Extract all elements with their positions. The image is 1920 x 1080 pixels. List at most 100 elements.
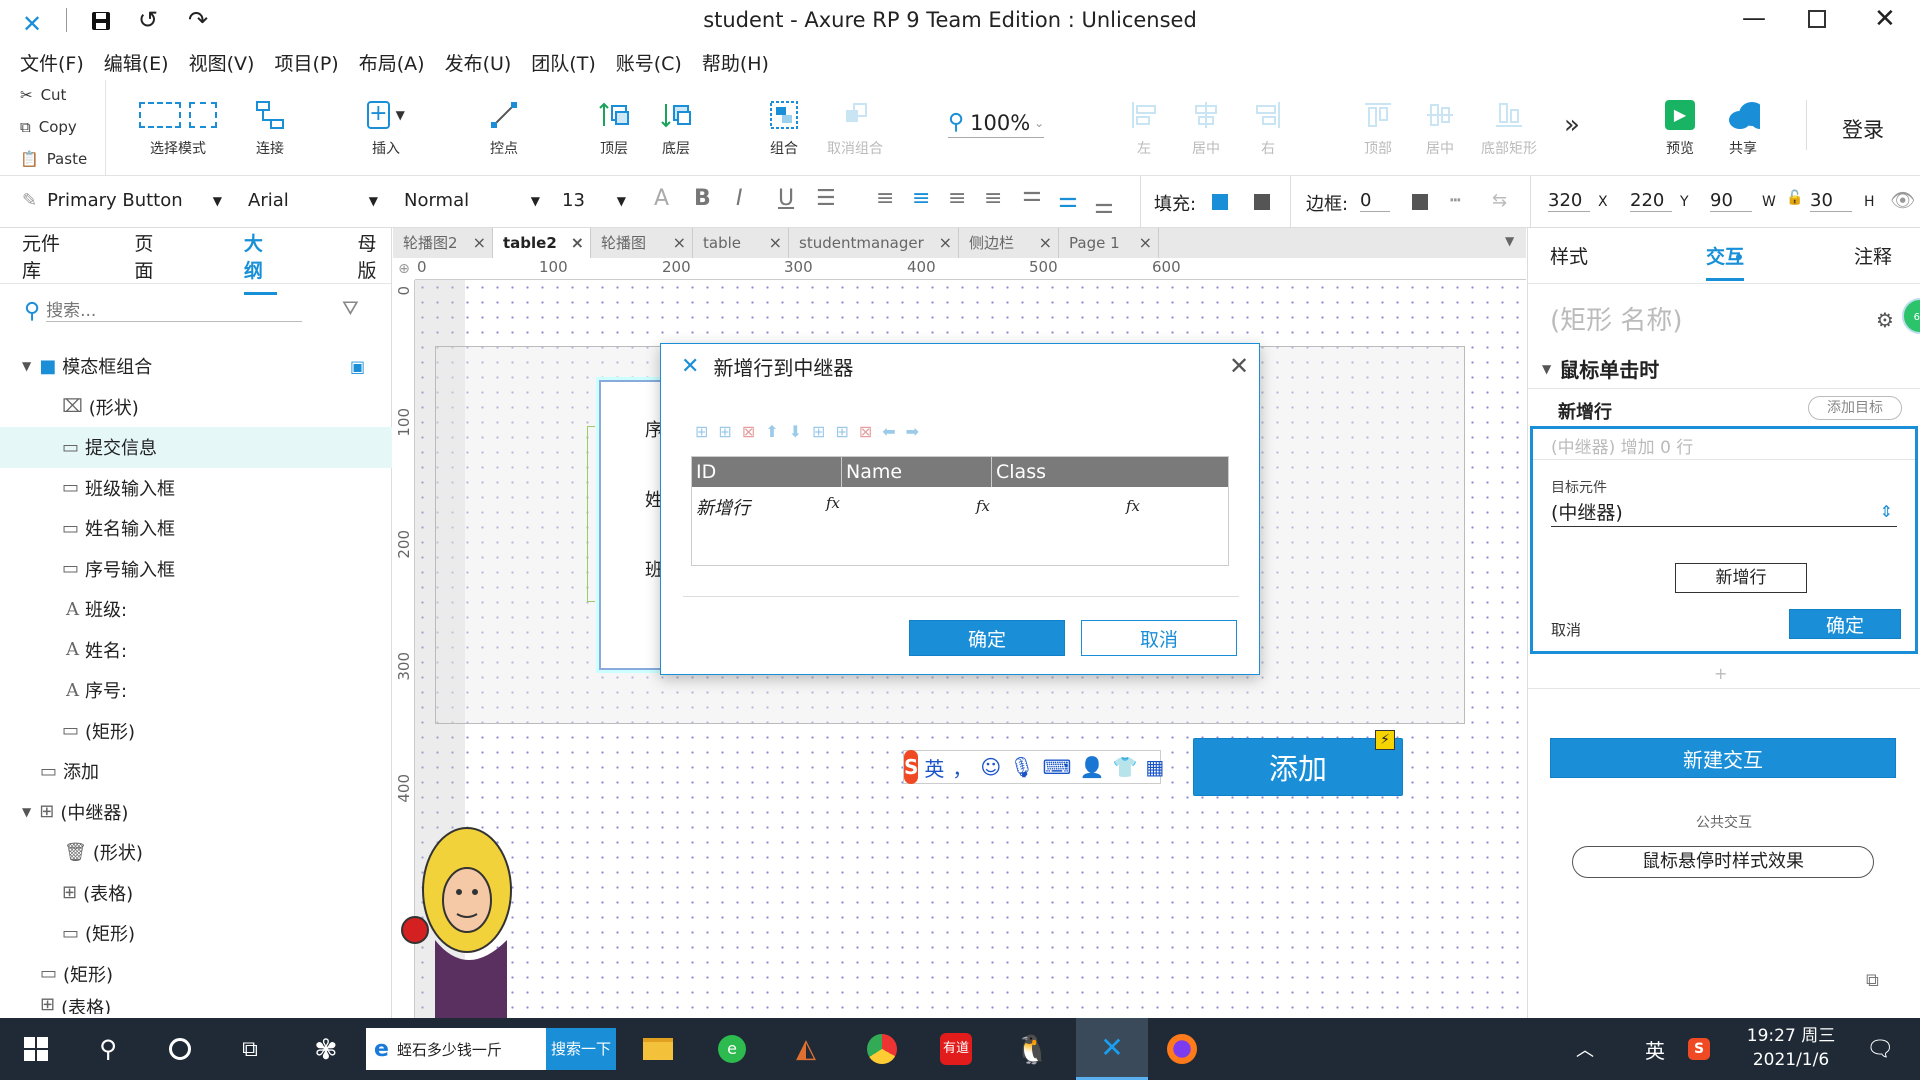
x-input[interactable]: 320: [1548, 190, 1590, 212]
tree-item[interactable]: A 班级:: [0, 589, 392, 630]
y-input[interactable]: 220: [1630, 190, 1672, 212]
menu-publish[interactable]: 发布(U): [445, 49, 512, 76]
dialog-close-icon[interactable]: ✕: [1229, 352, 1249, 380]
menu-help[interactable]: 帮助(H): [702, 49, 769, 76]
tree-item[interactable]: ▭ (矩形): [0, 711, 392, 752]
taskbar-search-button[interactable]: 搜索一下: [546, 1028, 616, 1070]
paste-button[interactable]: 📋 Paste: [20, 150, 87, 168]
tree-item[interactable]: A 序号:: [0, 670, 392, 711]
arrow-style-icon[interactable]: ⇆: [1492, 190, 1507, 211]
browser-360-icon[interactable]: e: [710, 1018, 754, 1080]
tree-item[interactable]: 🗑 (形状): [0, 832, 392, 873]
tree-item[interactable]: ▭ 添加: [0, 751, 392, 792]
notification-icon[interactable]: 🗨: [1858, 1018, 1902, 1080]
file-explorer-icon[interactable]: [636, 1018, 680, 1080]
tree-item[interactable]: A 姓名:: [0, 630, 392, 671]
hover-effect-button[interactable]: 鼠标悬停时样式效果: [1572, 846, 1874, 878]
doc-tab[interactable]: 轮播图 ×: [591, 228, 693, 258]
tab-pages[interactable]: 页面: [134, 229, 168, 283]
select-mode-button[interactable]: 选择模式: [126, 98, 230, 158]
eye-icon[interactable]: 👁: [1890, 188, 1915, 212]
undo-icon[interactable]: ↺: [138, 6, 158, 34]
menu-layout[interactable]: 布局(A): [359, 49, 425, 76]
italic-icon[interactable]: I: [736, 186, 743, 211]
add-row-button[interactable]: 新增行: [1675, 563, 1807, 593]
menu-team[interactable]: 团队(T): [531, 49, 595, 76]
matlab-icon[interactable]: ◭: [784, 1018, 828, 1080]
preview-button[interactable]: ▶ 预览: [1650, 98, 1710, 158]
windows-start-icon[interactable]: [14, 1018, 58, 1080]
tab-overflow-icon[interactable]: ▼: [1505, 234, 1514, 248]
align-text-right-icon[interactable]: ≡: [948, 186, 966, 211]
bold-icon[interactable]: B: [694, 186, 711, 211]
insert-row-above-icon[interactable]: ⊞: [695, 422, 708, 441]
ime-lang[interactable]: 英: [924, 753, 944, 782]
tree-item[interactable]: ⌧ (形状): [0, 387, 392, 428]
bullet-list-icon[interactable]: ☰: [816, 186, 836, 211]
font-weight-select[interactable]: Normal ▼: [404, 190, 540, 211]
border-color-swatch[interactable]: [1412, 194, 1428, 210]
close-tab-icon[interactable]: ×: [939, 228, 952, 258]
task-view-icon[interactable]: ⧉: [228, 1018, 272, 1080]
doc-tab[interactable]: Page 1 ×: [1059, 228, 1159, 258]
canvas-add-button[interactable]: 添加: [1193, 738, 1403, 796]
tree-item[interactable]: ▭ 序号输入框: [0, 549, 392, 590]
add-action-plus[interactable]: +: [1714, 664, 1727, 683]
share-button[interactable]: 共享: [1712, 98, 1774, 158]
close-tab-icon[interactable]: ×: [673, 228, 686, 258]
move-right-icon[interactable]: ➡: [906, 422, 919, 441]
align-center-button[interactable]: 居中: [1176, 98, 1236, 158]
align-bottom-button[interactable]: 底部矩形: [1474, 98, 1544, 158]
font-color-icon[interactable]: A: [654, 186, 669, 211]
tray-expand-icon[interactable]: ︿: [1570, 1018, 1600, 1080]
move-down-icon[interactable]: ⬇: [789, 422, 802, 441]
line-style-icon[interactable]: ┅: [1450, 190, 1461, 211]
cut-button[interactable]: ✂ Cut: [20, 86, 66, 104]
qq-penguin-icon[interactable]: 🐧: [1010, 1018, 1054, 1080]
font-select[interactable]: Arial ▼: [248, 190, 378, 211]
tree-item[interactable]: ▭ (矩形): [0, 954, 392, 995]
close-window-icon[interactable]: ✕: [1874, 4, 1896, 34]
close-tab-icon[interactable]: ×: [1139, 228, 1152, 258]
doc-tab[interactable]: studentmanager ×: [789, 228, 959, 258]
skin-icon[interactable]: 👕: [1112, 755, 1137, 779]
chrome-like-icon[interactable]: [860, 1018, 904, 1080]
valign-middle-icon[interactable]: ⚌: [1058, 188, 1078, 213]
user-icon[interactable]: 👤: [1080, 755, 1105, 779]
tree-item[interactable]: ⊞ (表格): [0, 873, 392, 914]
column-header[interactable]: ID: [692, 457, 842, 487]
pinwheel-app-icon[interactable]: ✾: [304, 1018, 348, 1080]
height-input[interactable]: 30: [1810, 190, 1852, 212]
tree-item[interactable]: ⊞ (表格): [0, 994, 392, 1014]
doc-tab[interactable]: table ×: [693, 228, 789, 258]
expand-icon[interactable]: ▼: [22, 359, 31, 373]
insert-col-left-icon[interactable]: ⊞: [812, 422, 825, 441]
login-button[interactable]: 登录: [1842, 114, 1884, 144]
save-icon[interactable]: [90, 10, 112, 32]
mic-icon[interactable]: 🎙: [1009, 755, 1034, 779]
align-right-button[interactable]: 右: [1238, 98, 1298, 158]
tree-item[interactable]: ▭ 姓名输入框: [0, 508, 392, 549]
send-to-back-button[interactable]: 底层: [646, 98, 706, 158]
justify-text-icon[interactable]: ≡: [984, 186, 1002, 211]
valign-bottom-icon[interactable]: ⚌: [1094, 194, 1114, 219]
tab-libraries[interactable]: 元件库: [22, 229, 72, 283]
fill-color-swatch[interactable]: [1212, 194, 1228, 210]
shape-name-input[interactable]: (矩形 名称): [1550, 300, 1683, 337]
menu-file[interactable]: 文件(F): [20, 49, 84, 76]
popout-icon[interactable]: ⧉: [1866, 970, 1879, 991]
menu-project[interactable]: 项目(P): [274, 49, 338, 76]
border-width-input[interactable]: 0: [1360, 190, 1390, 212]
doc-tab-active[interactable]: table2 ×: [493, 228, 591, 258]
underline-icon[interactable]: U: [778, 186, 794, 211]
menu-view[interactable]: 视图(V): [189, 49, 255, 76]
tab-outline[interactable]: 大纲: [243, 229, 278, 295]
youdao-icon[interactable]: 有道: [934, 1018, 978, 1080]
style-select[interactable]: ✎ Primary Button ▼: [22, 190, 222, 211]
bring-to-front-button[interactable]: 顶层: [584, 98, 644, 158]
lock-icon[interactable]: 🔓: [1786, 190, 1803, 206]
align-text-left-icon[interactable]: ≡: [876, 186, 894, 211]
width-input[interactable]: 90: [1710, 190, 1752, 212]
tree-item[interactable]: ▼ ⊞ (中继器): [0, 792, 392, 833]
emoji-icon[interactable]: ☺: [980, 755, 1001, 779]
